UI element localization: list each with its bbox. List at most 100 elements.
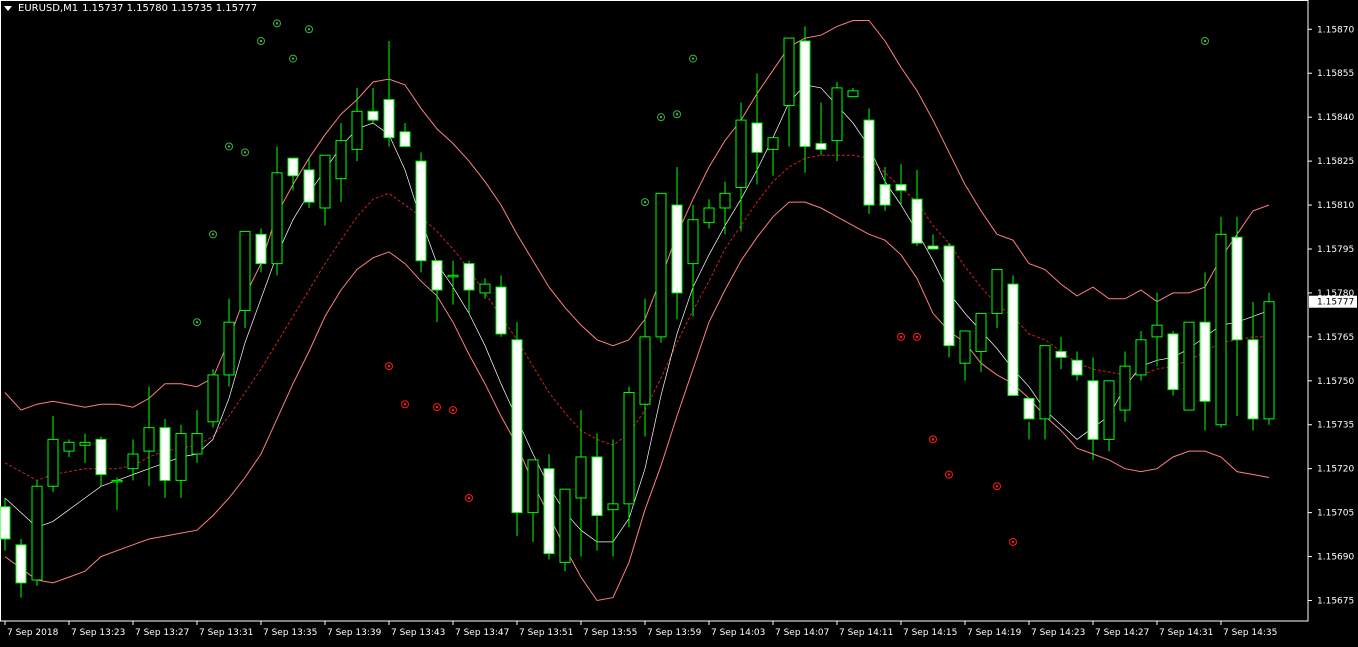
buy-signal-dot: [291, 57, 295, 60]
sell-signal-dot: [899, 335, 903, 339]
sell-signal-dot: [467, 496, 471, 500]
bull-candle-body: [47, 438, 59, 487]
sell-signal-dot: [995, 485, 999, 488]
bear-candle-body: [415, 160, 427, 262]
x-tick-label: 7 Sep 14:19: [967, 628, 1022, 638]
bull-candle-body: [735, 119, 747, 188]
chart-window[interactable]: EURUSD,M1 1.15737 1.15780 1.15735 1.1577…: [0, 0, 1358, 643]
buy-signal-dot: [307, 28, 311, 31]
bear-candle-body: [543, 468, 555, 555]
bull-candle-body: [1039, 345, 1051, 420]
bull-candle-body: [991, 268, 1003, 314]
sell-signal-dot: [435, 405, 439, 409]
bull-candle-body: [703, 207, 715, 224]
sell-signal-dot: [451, 408, 455, 412]
bull-candle-body: [335, 140, 347, 180]
bear-candle-body: [815, 143, 827, 150]
bull-candle-body: [175, 433, 187, 481]
buy-signal-dot: [227, 145, 231, 148]
symbol-label: EURUSD,M1: [18, 3, 79, 14]
y-tick-label: 1.15810: [1317, 201, 1354, 211]
bear-candle-body: [1055, 351, 1067, 358]
bear-candle-body: [895, 184, 907, 191]
x-tick-label: 7 Sep 13:55: [583, 628, 637, 638]
y-tick-label: 1.15840: [1317, 113, 1354, 123]
bear-candle-body: [751, 122, 763, 153]
bull-candle-body: [959, 330, 971, 364]
bull-candle-body: [719, 192, 731, 209]
chart-header: EURUSD,M1 1.15737 1.15780 1.15735 1.1577…: [4, 3, 257, 14]
buy-signal-dot: [643, 200, 647, 204]
x-tick-label: 7 Sep 14:27: [1095, 628, 1149, 638]
y-tick-label: 1.15705: [1317, 509, 1354, 519]
bear-candle-body: [671, 204, 683, 294]
sell-signal-dot: [1011, 540, 1015, 544]
buy-signal-dot: [1203, 39, 1207, 43]
sell-signal-dot: [915, 335, 919, 339]
bear-candle-body: [911, 198, 923, 244]
bull-candle-body: [527, 459, 539, 514]
bull-candle-body: [575, 456, 587, 499]
x-tick-label: 7 Sep 13:23: [71, 628, 125, 638]
middle-band-line: [4, 154, 1269, 481]
bear-candle-body: [927, 245, 939, 250]
bear-candle-body: [879, 184, 891, 206]
bear-candle-body: [1071, 359, 1083, 376]
y-tick-label: 1.15765: [1317, 333, 1354, 343]
bull-candle-body: [79, 441, 91, 446]
bear-candle-body: [591, 456, 603, 517]
x-tick-label: 7 Sep 13:31: [199, 628, 253, 638]
current-price-label: 1.15777: [1317, 298, 1354, 308]
bull-candle-body: [1215, 233, 1227, 426]
bull-candle-body: [479, 283, 491, 294]
y-tick-label: 1.15825: [1317, 157, 1354, 167]
bear-candle-body: [303, 169, 315, 203]
bear-candle-body: [1199, 321, 1211, 402]
bull-candle-body: [655, 192, 667, 338]
sell-signal-dot: [403, 403, 407, 406]
dropdown-triangle-icon[interactable]: [4, 6, 12, 11]
y-tick-label: 1.15690: [1317, 553, 1354, 563]
y-tick-label: 1.15750: [1317, 377, 1354, 387]
bull-candle-body: [143, 427, 155, 452]
lower-band-line: [4, 201, 1270, 602]
buy-signal-dot: [211, 233, 215, 236]
x-tick-label: 7 Sep 13:39: [327, 628, 382, 638]
sell-signal-dot: [947, 473, 951, 476]
bull-candle-body: [271, 172, 283, 265]
x-tick-label: 7 Sep 13:43: [391, 628, 445, 638]
bear-candle-body: [1087, 380, 1099, 440]
price-chart[interactable]: 1.15870 1.15855 1.15840 1.15825 1.15810 1.157…: [0, 0, 1358, 643]
x-tick-label: 7 Sep 14:31: [1159, 628, 1213, 638]
bear-candle-body: [943, 245, 955, 347]
bear-candle-body: [95, 438, 107, 476]
x-tick-label: 7 Sep 14:23: [1031, 628, 1085, 638]
buy-signal-dot: [243, 151, 247, 154]
bull-candle-body: [191, 433, 203, 455]
x-tick-label: 7 Sep 14:03: [711, 628, 765, 638]
bull-candle-body: [559, 488, 571, 563]
x-tick-label: 7 Sep 13:47: [455, 628, 509, 638]
bull-candle-body: [783, 37, 795, 106]
bull-candle-body: [623, 392, 635, 505]
bear-candle-body: [1007, 283, 1019, 396]
bull-candle-body: [447, 274, 459, 278]
bear-candle-body: [1167, 333, 1179, 391]
bear-candle-body: [1023, 397, 1035, 420]
x-tick-label: 7 Sep 13:51: [519, 628, 573, 638]
sell-signal-dot: [931, 438, 935, 441]
bear-candle-body: [15, 544, 27, 584]
bull-candle-body: [1119, 365, 1131, 411]
bull-candle-body: [1183, 321, 1195, 411]
bear-candle-body: [511, 339, 523, 514]
bull-candle-body: [1103, 380, 1115, 440]
bull-candle-body: [239, 230, 251, 311]
bull-candle-body: [767, 137, 779, 150]
y-tick-label: 1.15870: [1317, 25, 1354, 35]
x-tick-label: 7 Sep 13:27: [135, 628, 189, 638]
bull-candle-body: [351, 110, 363, 150]
x-tick-label: 7 Sep 13:35: [263, 628, 317, 638]
fast-ma-line: [4, 84, 1270, 543]
x-tick-label: 7 Sep 14:15: [903, 628, 957, 638]
buy-signal-dot: [195, 321, 199, 324]
